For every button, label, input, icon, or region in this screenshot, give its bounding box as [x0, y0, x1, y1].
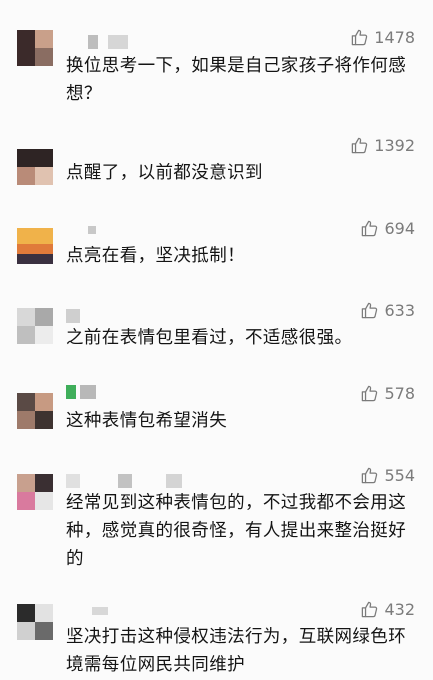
like-count: 578	[384, 384, 415, 403]
comment-item: 578 这种表情包希望消失	[0, 380, 433, 460]
blurred-nickname	[66, 604, 146, 618]
blurred-nickname	[66, 226, 106, 240]
like-button[interactable]: 578	[360, 384, 415, 403]
avatar[interactable]	[17, 393, 53, 429]
thumbs-up-icon	[362, 601, 378, 618]
like-button[interactable]: 694	[360, 219, 415, 238]
comment-item: 432 坚决打击这种侵权违法行为，互联网绿色环境需每位网民共同维护	[0, 590, 433, 680]
like-count: 432	[384, 600, 415, 619]
comment-item: 633 之前在表情包里看过，不适感很强。	[0, 295, 433, 380]
comment-text: 坚决打击这种侵权违法行为，互联网绿色环境需每位网民共同维护	[66, 627, 407, 675]
thumbs-up-icon	[352, 29, 368, 46]
avatar[interactable]	[17, 604, 53, 640]
comment-item: 554 经常见到这种表情包的，不过我都不会用这种，感觉真的很奇怪，有人提出来整治…	[0, 460, 433, 590]
thumbs-up-icon	[362, 220, 378, 237]
avatar[interactable]	[17, 474, 53, 510]
blurred-nickname	[66, 309, 106, 323]
blurred-nickname	[66, 35, 136, 49]
avatar[interactable]	[17, 228, 53, 264]
comment-text: 换位思考一下，如果是自己家孩子将作何感想？	[66, 56, 407, 104]
comment-item: 694 点亮在看，坚决抵制！	[0, 215, 433, 295]
like-button[interactable]: 1392	[350, 136, 415, 155]
blurred-nickname	[66, 385, 126, 399]
thumbs-up-icon	[362, 467, 378, 484]
comment-item: 1478 换位思考一下，如果是自己家孩子将作何感想？	[0, 0, 433, 130]
like-button[interactable]: 554	[360, 466, 415, 485]
thumbs-up-icon	[352, 137, 368, 154]
comment-text: 之前在表情包里看过，不适感很强。	[66, 328, 353, 348]
thumbs-up-icon	[362, 385, 378, 402]
comment-text: 这种表情包希望消失	[66, 411, 228, 431]
like-button[interactable]: 1478	[350, 28, 415, 47]
like-count: 633	[384, 301, 415, 320]
like-count: 1392	[374, 136, 415, 155]
comment-item: 1392 点醒了，以前都没意识到	[0, 130, 433, 215]
blurred-nickname	[66, 474, 206, 488]
avatar[interactable]	[17, 30, 53, 66]
thumbs-up-icon	[362, 302, 378, 319]
like-button[interactable]: 432	[360, 600, 415, 619]
like-count: 554	[384, 466, 415, 485]
avatar[interactable]	[17, 308, 53, 344]
like-count: 694	[384, 219, 415, 238]
comment-text: 经常见到这种表情包的，不过我都不会用这种，感觉真的很奇怪，有人提出来整治挺好的	[66, 493, 407, 569]
comment-text: 点亮在看，坚决抵制！	[66, 246, 245, 266]
like-button[interactable]: 633	[360, 301, 415, 320]
avatar[interactable]	[17, 149, 53, 185]
comment-text: 点醒了，以前都没意识到	[66, 163, 263, 183]
like-count: 1478	[374, 28, 415, 47]
